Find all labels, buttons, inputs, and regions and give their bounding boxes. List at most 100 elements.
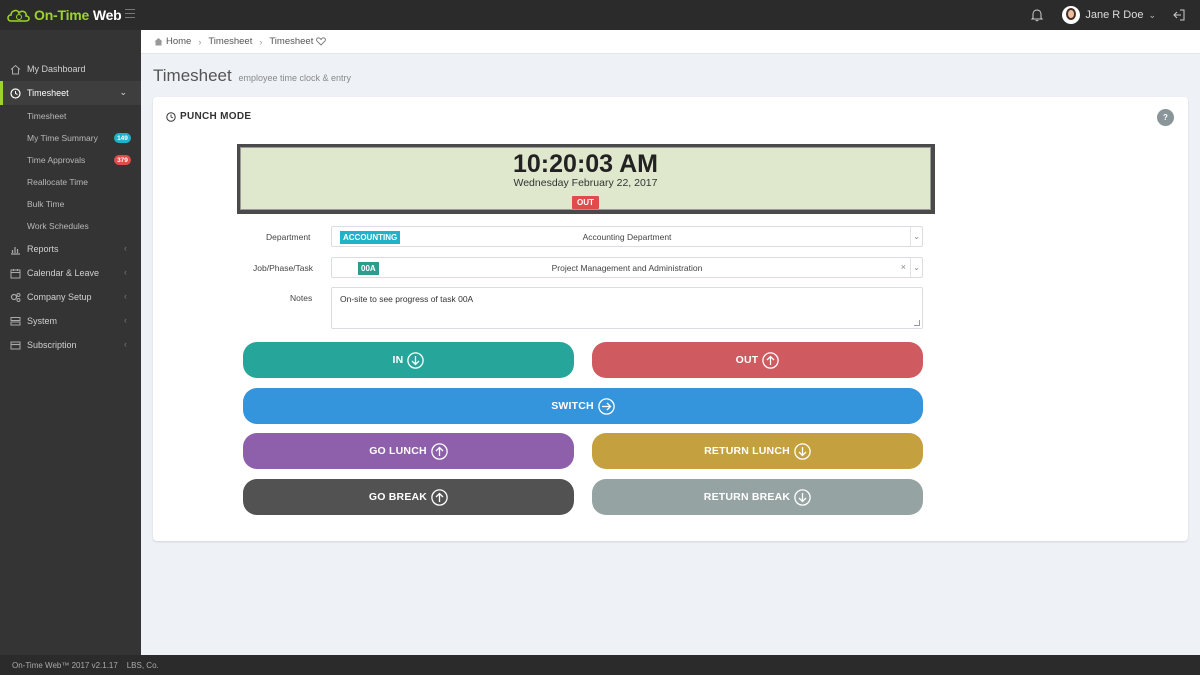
sidebar-subitem-label: Work Schedules [27, 221, 89, 231]
sidebar-subitem-label: Bulk Time [27, 199, 65, 209]
status-badge: OUT [572, 196, 599, 209]
resize-handle[interactable] [914, 320, 920, 326]
sidebar-subitem-label: My Time Summary [27, 133, 98, 143]
logout-icon[interactable] [1172, 8, 1186, 22]
arrow-up-circle-icon [431, 488, 448, 506]
menu-toggle-icon[interactable] [125, 9, 135, 19]
brand-name-part2: Web [89, 7, 122, 23]
go-break-button-label: GO BREAK [368, 491, 428, 503]
sidebar-subitem-my-time-summary[interactable]: My Time Summary 149 [0, 127, 141, 149]
user-menu[interactable]: Jane R Doe ⌄ [1062, 6, 1156, 24]
arrow-up-circle-icon [762, 351, 780, 369]
count-badge: 379 [114, 155, 131, 165]
return-lunch-button-label: RETURN LUNCH [704, 445, 790, 457]
panel-title: PUNCH MODE [180, 111, 252, 122]
sidebar-item-label: System [27, 316, 58, 326]
sidebar-subitem-label: Time Approvals [27, 155, 86, 165]
home-icon [10, 64, 21, 74]
gears-icon [10, 292, 21, 302]
brand-name-part1: On-Time [34, 7, 90, 23]
sidebar-item-timesheet[interactable]: Timesheet ⌄ [0, 81, 141, 105]
bell-icon[interactable] [1030, 8, 1044, 22]
chevron-down-icon[interactable]: ⌄ [910, 227, 922, 246]
page-title: Timesheet employee time clock & entry [153, 66, 351, 86]
help-button[interactable]: ? [1157, 109, 1174, 126]
panel-heading: PUNCH MODE [166, 111, 251, 122]
cloud-clock-icon [7, 9, 30, 22]
close-icon[interactable]: × [901, 262, 906, 272]
department-label: Department [266, 232, 311, 242]
return-break-button-label: RETURN BREAK [703, 491, 791, 503]
breadcrumb-home-link[interactable]: Home [166, 36, 191, 47]
sidebar-item-system[interactable]: System ‹ [0, 309, 141, 333]
notes-textarea[interactable]: On-site to see progress of task 00A [331, 287, 923, 329]
department-select[interactable]: ACCOUNTING Accounting Department ⌄ [331, 226, 923, 247]
page-title-text: Timesheet [153, 66, 232, 85]
sidebar-subitem-label: Reallocate Time [27, 177, 88, 187]
page-subtitle: employee time clock & entry [238, 73, 352, 83]
sidebar-item-label: Subscription [27, 340, 77, 350]
job-select[interactable]: 00A Project Management and Administratio… [331, 257, 923, 278]
clock-icon [10, 87, 21, 99]
sidebar-subitem-label: Timesheet [27, 111, 67, 121]
switch-button[interactable]: SWITCH [243, 388, 923, 424]
chevron-left-icon: ‹ [124, 267, 127, 277]
sidebar-item-calendar-leave[interactable]: Calendar & Leave ‹ [0, 261, 141, 285]
out-button[interactable]: OUT [592, 342, 923, 378]
chevron-left-icon: ‹ [124, 339, 127, 349]
return-break-button[interactable]: RETURN BREAK [592, 479, 923, 515]
home-icon [154, 38, 163, 46]
breadcrumb: Home › Timesheet › Timesheet [141, 30, 1200, 54]
notes-label: Notes [290, 293, 313, 303]
sidebar-item-label: Calendar & Leave [27, 268, 100, 278]
job-label: Job/Phase/Task [253, 263, 314, 273]
sidebar-item-reports[interactable]: Reports ‹ [0, 237, 141, 261]
server-icon [10, 316, 21, 325]
arrow-down-circle-icon [794, 488, 811, 506]
arrow-right-circle-icon [598, 397, 615, 415]
go-lunch-button[interactable]: GO LUNCH [243, 433, 574, 469]
in-button-label: IN [392, 354, 404, 366]
chevron-down-icon: ⌄ [119, 87, 127, 97]
user-name: Jane R Doe [1085, 9, 1144, 21]
sidebar-subitem-time-approvals[interactable]: Time Approvals 379 [0, 149, 141, 171]
chevron-left-icon: ‹ [124, 315, 127, 325]
punch-mode-panel: PUNCH MODE ? 10:20:03 AM Wednesday Febru… [153, 97, 1188, 541]
avatar [1062, 6, 1081, 24]
sidebar-subitem-timesheet[interactable]: Timesheet [0, 105, 141, 127]
arrow-up-circle-icon [431, 442, 448, 460]
sidebar-item-subscription[interactable]: Subscription ‹ [0, 333, 141, 357]
sidebar-subitem-work-schedules[interactable]: Work Schedules [0, 215, 141, 237]
credit-card-icon [10, 341, 21, 349]
heart-icon[interactable] [316, 37, 327, 46]
breadcrumb-timesheet-link[interactable]: Timesheet [208, 36, 252, 47]
sidebar-subitem-reallocate-time[interactable]: Reallocate Time [0, 171, 141, 193]
footer: On-Time Web™ 2017 v2.1.17 LBS, Co. [0, 655, 1200, 675]
return-lunch-button[interactable]: RETURN LUNCH [592, 433, 923, 469]
sidebar-item-label: My Dashboard [27, 64, 86, 74]
sidebar-subitem-bulk-time[interactable]: Bulk Time [0, 193, 141, 215]
chevron-left-icon: ‹ [124, 291, 127, 301]
breadcrumb-current: Timesheet [269, 36, 314, 47]
in-button[interactable]: IN [243, 342, 574, 378]
chevron-down-icon: ⌄ [1148, 9, 1156, 20]
footer-text: On-Time Web™ 2017 v2.1.17 LBS, Co. [12, 660, 159, 670]
clock-icon [166, 111, 176, 122]
department-name: Accounting Department [582, 232, 672, 242]
chevron-right-icon: › [259, 36, 263, 47]
calendar-icon [10, 268, 21, 278]
clock-display: 10:20:03 AM Wednesday February 22, 2017 … [237, 144, 935, 214]
out-button-label: OUT [735, 354, 759, 366]
bar-chart-icon [11, 246, 20, 255]
brand-logo[interactable]: On-Time Web [0, 0, 141, 30]
go-break-button[interactable]: GO BREAK [243, 479, 574, 515]
sidebar-item-company-setup[interactable]: Company Setup ‹ [0, 285, 141, 309]
chevron-down-icon[interactable]: ⌄ [910, 258, 922, 277]
switch-button-label: SWITCH [551, 400, 594, 412]
chevron-left-icon: ‹ [124, 243, 127, 253]
sidebar-item-my-dashboard[interactable]: My Dashboard [0, 57, 141, 81]
clock-date: Wednesday February 22, 2017 [513, 177, 658, 189]
top-bar: On-Time Web Jane R Doe ⌄ [0, 0, 1200, 30]
brand-name: On-Time Web [34, 7, 122, 23]
job-name: Project Management and Administration [551, 263, 703, 273]
